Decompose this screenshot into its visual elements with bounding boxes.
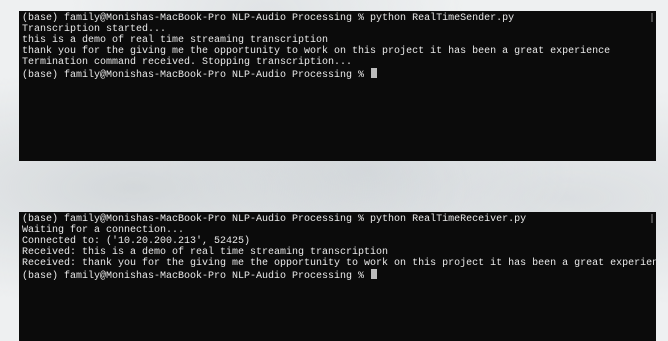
terminal-output-line: Received: this is a demo of real time st… [22, 247, 389, 258]
terminal-command-line: (base) family@Monishas-MacBook-Pro NLP-A… [22, 13, 515, 24]
terminal-output-line: Connected to: ('10.20.200.213', 52425) [22, 236, 251, 247]
terminal-prompt-line[interactable]: (base) family@Monishas-MacBook-Pro NLP-A… [22, 68, 656, 81]
screenshot-background: { "sender_terminal": { "lines": [ "(base… [0, 0, 668, 341]
terminal-output-line: thank you for the giving me the opportun… [22, 46, 611, 57]
cursor-block-icon [371, 68, 378, 78]
terminal-prompt: (base) family@Monishas-MacBook-Pro NLP-A… [22, 271, 371, 282]
terminal-output-line: this is a demo of real time streaming tr… [22, 35, 329, 46]
terminal-scrollbar[interactable] [651, 214, 653, 223]
receiver-terminal-window[interactable]: (base) family@Monishas-MacBook-Pro NLP-A… [19, 212, 656, 341]
sender-terminal-window[interactable]: (base) family@Monishas-MacBook-Pro NLP-A… [19, 11, 656, 161]
terminal-output-line: Received: thank you for the giving me th… [22, 258, 656, 269]
terminal-scrollbar[interactable] [651, 13, 653, 22]
terminal-command-line: (base) family@Monishas-MacBook-Pro NLP-A… [22, 214, 527, 225]
terminal-output-line: Transcription started... [22, 24, 167, 35]
terminal-output-line: Termination command received. Stopping t… [22, 57, 353, 68]
terminal-prompt-line[interactable]: (base) family@Monishas-MacBook-Pro NLP-A… [22, 269, 656, 282]
terminal-output-line: Waiting for a connection... [22, 225, 185, 236]
terminal-prompt: (base) family@Monishas-MacBook-Pro NLP-A… [22, 70, 371, 81]
cursor-block-icon [371, 269, 378, 279]
